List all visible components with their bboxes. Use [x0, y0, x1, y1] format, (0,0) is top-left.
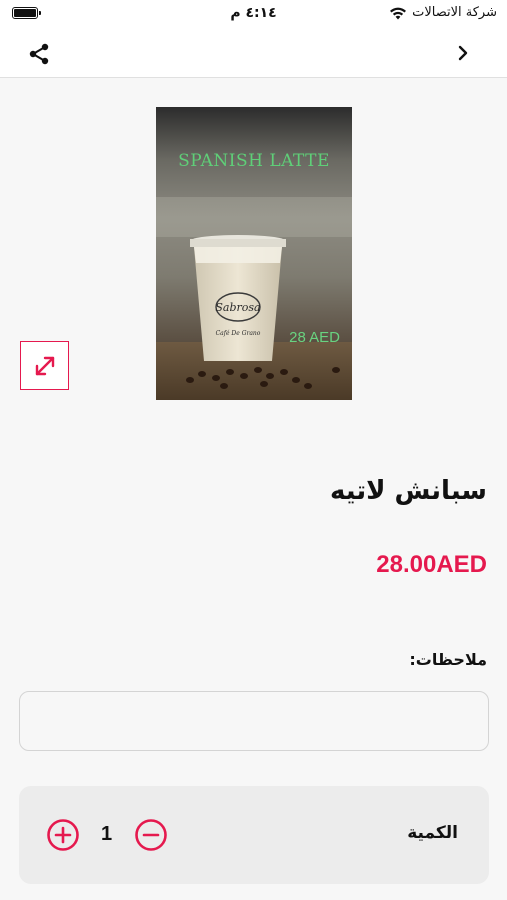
coffee-bean — [266, 373, 274, 379]
coffee-bean — [304, 383, 312, 389]
product-name: سبانش لاتيه — [329, 476, 487, 506]
decrease-quantity-button[interactable] — [134, 818, 168, 852]
product-price: 28.00AED — [376, 551, 487, 578]
expand-image-button[interactable] — [20, 341, 69, 390]
back-button[interactable] — [451, 40, 475, 66]
image-overlay-title: SPANISH LATTE — [178, 151, 330, 171]
coffee-bean — [332, 367, 340, 373]
status-bar: ٤:١٤ م شركة الاتصالات — [0, 0, 507, 28]
quantity-card: الكمية 1 — [19, 786, 489, 884]
product-image[interactable]: SPANISH LATTE Sabrosa Café De Grano 28 A… — [156, 107, 352, 400]
coffee-bean — [280, 369, 288, 375]
coffee-bean — [226, 369, 234, 375]
coffee-bean — [220, 383, 228, 389]
notes-label: ملاحظات: — [409, 650, 487, 669]
coffee-bean — [240, 373, 248, 379]
increase-quantity-button[interactable] — [46, 818, 80, 852]
image-overlay-price: 28 AED — [289, 329, 340, 346]
coffee-bean — [212, 375, 220, 381]
cup-logo: Sabrosa — [215, 301, 260, 314]
latte-cup-illustration: Sabrosa Café De Grano — [190, 235, 286, 361]
coffee-bean — [292, 377, 300, 383]
nav-bar — [0, 28, 507, 78]
minus-circle-icon — [135, 819, 167, 851]
share-button[interactable] — [24, 39, 54, 69]
expand-icon — [35, 356, 54, 375]
cup-tagline: Café De Grano — [216, 330, 261, 337]
share-icon — [29, 43, 49, 65]
wifi-icon — [390, 7, 407, 19]
carrier-name: شركة الاتصالات — [412, 5, 497, 20]
coffee-bean — [254, 367, 262, 373]
status-carrier-group: شركة الاتصالات — [389, 5, 497, 20]
quantity-value: 1 — [101, 823, 113, 845]
quantity-label: الكمية — [407, 823, 458, 843]
back-chevron-icon — [458, 45, 468, 61]
coffee-bean — [260, 381, 268, 387]
coffee-bean — [186, 377, 194, 383]
coffee-bean — [198, 371, 206, 377]
notes-input[interactable] — [19, 691, 489, 751]
plus-circle-icon — [47, 819, 79, 851]
